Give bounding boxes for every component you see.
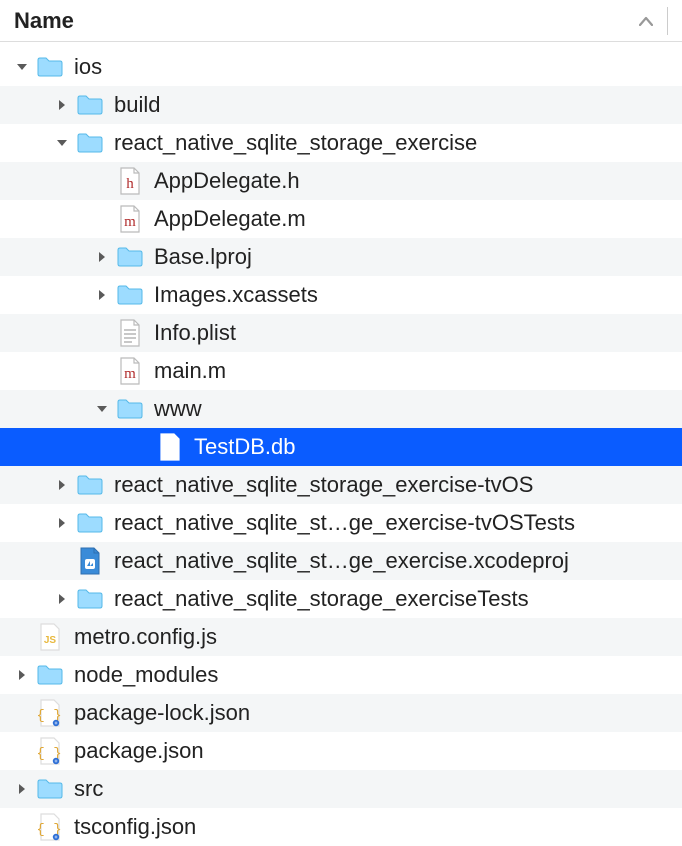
- tree-row[interactable]: ios: [0, 48, 682, 86]
- svg-text:h: h: [126, 176, 134, 192]
- tree-row[interactable]: JS metro.config.js: [0, 618, 682, 656]
- tree-row[interactable]: { } tsconfig.json: [0, 808, 682, 846]
- disclosure-triangle-icon[interactable]: [8, 668, 36, 682]
- tree-row-label: tsconfig.json: [74, 814, 196, 840]
- tree-row-label: ios: [74, 54, 102, 80]
- tree-row[interactable]: react_native_sqlite_storage_exercise-tvO…: [0, 466, 682, 504]
- disclosure-triangle-icon[interactable]: [8, 60, 36, 74]
- tree-row[interactable]: Images.xcassets: [0, 276, 682, 314]
- column-title: Name: [14, 8, 74, 34]
- file-plist-icon: [116, 319, 144, 347]
- file-db-icon: [156, 433, 184, 461]
- svg-text:m: m: [124, 366, 136, 382]
- file-xcodeproj-icon: [76, 547, 104, 575]
- tree-row[interactable]: react_native_sqlite_st…ge_exercise.xcode…: [0, 542, 682, 580]
- tree-row[interactable]: src: [0, 770, 682, 808]
- tree-row-label: package.json: [74, 738, 204, 764]
- folder-icon: [76, 129, 104, 157]
- file-m-icon: m: [116, 205, 144, 233]
- folder-icon: [36, 53, 64, 81]
- svg-text:m: m: [124, 214, 136, 230]
- tree-row-label: react_native_sqlite_st…ge_exercise-tvOST…: [114, 510, 575, 536]
- disclosure-triangle-icon[interactable]: [48, 136, 76, 150]
- disclosure-triangle-icon[interactable]: [88, 250, 116, 264]
- file-json-icon: { }: [36, 737, 64, 765]
- tree-row-label: react_native_sqlite_st…ge_exercise.xcode…: [114, 548, 569, 574]
- tree-row-label: main.m: [154, 358, 226, 384]
- disclosure-triangle-icon[interactable]: [48, 478, 76, 492]
- tree-row-label: TestDB.db: [194, 434, 296, 460]
- folder-icon: [116, 281, 144, 309]
- folder-icon: [36, 661, 64, 689]
- column-header[interactable]: Name: [0, 0, 682, 42]
- tree-row[interactable]: Base.lproj: [0, 238, 682, 276]
- tree-row-label: react_native_sqlite_storage_exercise: [114, 130, 477, 156]
- tree-row[interactable]: build: [0, 86, 682, 124]
- folder-icon: [36, 775, 64, 803]
- file-m-icon: m: [116, 357, 144, 385]
- tree-row-label: package-lock.json: [74, 700, 250, 726]
- disclosure-triangle-icon[interactable]: [88, 402, 116, 416]
- folder-icon: [76, 91, 104, 119]
- tree-row[interactable]: TestDB.db: [0, 428, 682, 466]
- tree-row-label: node_modules: [74, 662, 218, 688]
- tree-row-label: metro.config.js: [74, 624, 217, 650]
- header-divider: [667, 7, 668, 35]
- tree-row-label: react_native_sqlite_storage_exercise-tvO…: [114, 472, 533, 498]
- folder-icon: [116, 395, 144, 423]
- tree-row-label: react_native_sqlite_storage_exerciseTest…: [114, 586, 529, 612]
- tree-row[interactable]: m main.m: [0, 352, 682, 390]
- tree-row[interactable]: react_native_sqlite_storage_exercise: [0, 124, 682, 162]
- disclosure-triangle-icon[interactable]: [48, 98, 76, 112]
- tree-row[interactable]: node_modules: [0, 656, 682, 694]
- tree-row[interactable]: { } package-lock.json: [0, 694, 682, 732]
- file-json-icon: { }: [36, 699, 64, 727]
- file-js-icon: JS: [36, 623, 64, 651]
- tree-row[interactable]: h AppDelegate.h: [0, 162, 682, 200]
- folder-icon: [116, 243, 144, 271]
- folder-icon: [76, 471, 104, 499]
- folder-icon: [76, 585, 104, 613]
- file-tree: ios build react_native_sqlite_storage_ex…: [0, 42, 682, 846]
- tree-row-label: AppDelegate.h: [154, 168, 300, 194]
- folder-icon: [76, 509, 104, 537]
- svg-text:JS: JS: [44, 635, 57, 646]
- file-h-icon: h: [116, 167, 144, 195]
- tree-row[interactable]: react_native_sqlite_storage_exerciseTest…: [0, 580, 682, 618]
- disclosure-triangle-icon[interactable]: [48, 592, 76, 606]
- sort-indicator-icon[interactable]: [639, 16, 653, 26]
- tree-row-label: AppDelegate.m: [154, 206, 306, 232]
- header-right: [639, 7, 668, 35]
- file-json-icon: { }: [36, 813, 64, 841]
- tree-row-label: build: [114, 92, 160, 118]
- tree-row[interactable]: react_native_sqlite_st…ge_exercise-tvOST…: [0, 504, 682, 542]
- tree-row[interactable]: m AppDelegate.m: [0, 200, 682, 238]
- tree-row[interactable]: www: [0, 390, 682, 428]
- tree-row[interactable]: { } package.json: [0, 732, 682, 770]
- tree-row[interactable]: Info.plist: [0, 314, 682, 352]
- tree-row-label: www: [154, 396, 202, 422]
- tree-row-label: Base.lproj: [154, 244, 252, 270]
- tree-row-label: Info.plist: [154, 320, 236, 346]
- disclosure-triangle-icon[interactable]: [8, 782, 36, 796]
- disclosure-triangle-icon[interactable]: [88, 288, 116, 302]
- tree-row-label: Images.xcassets: [154, 282, 318, 308]
- disclosure-triangle-icon[interactable]: [48, 516, 76, 530]
- tree-row-label: src: [74, 776, 103, 802]
